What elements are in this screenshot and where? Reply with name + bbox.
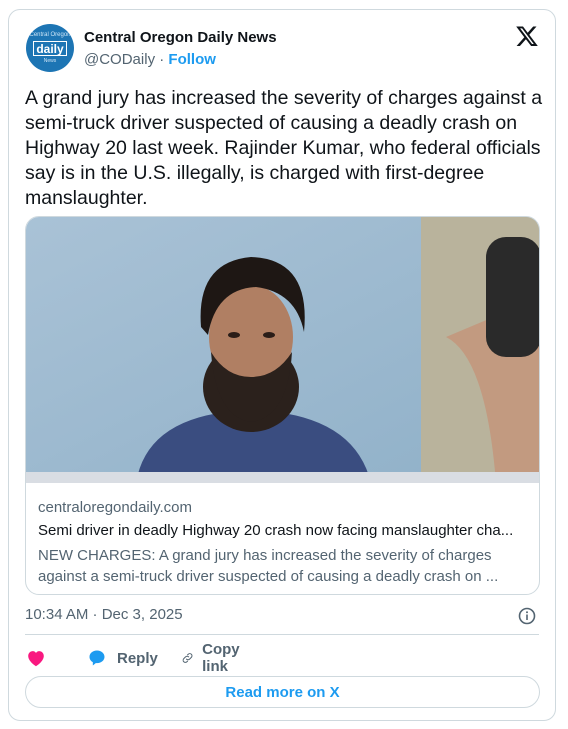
info-icon[interactable] (517, 606, 537, 626)
avatar-text-main: daily (33, 41, 67, 56)
like-button[interactable] (25, 646, 47, 670)
author-handle[interactable]: @CODaily (84, 51, 155, 68)
copy-link-label: Copy link (202, 641, 240, 675)
reply-icon (89, 650, 105, 666)
article-photo (26, 217, 539, 483)
x-logo-icon[interactable] (515, 24, 539, 48)
author-display-name[interactable]: Central Oregon Daily News (84, 28, 277, 48)
link-card[interactable]: centraloregondaily.com Semi driver in de… (25, 216, 540, 595)
divider (25, 634, 539, 635)
tweet-card: Central Oregon daily News Central Oregon… (8, 9, 556, 721)
handle-separator: · (159, 51, 165, 68)
reply-button[interactable]: Reply (87, 646, 158, 670)
avatar-text-top: Central Oregon (29, 32, 71, 38)
follow-button[interactable]: Follow (168, 51, 216, 68)
link-title: Semi driver in deadly Highway 20 crash n… (38, 522, 514, 539)
read-more-label: Read more on X (225, 683, 340, 701)
reply-label: Reply (117, 649, 158, 667)
author-handle-row: @CODaily · Follow (84, 50, 216, 70)
link-description: NEW CHARGES: A grand jury has increased … (38, 547, 499, 585)
link-domain: centraloregondaily.com (38, 499, 192, 516)
avatar-text-bottom: News (43, 58, 57, 64)
copy-link-button[interactable]: Copy link (181, 641, 247, 675)
heart-icon (28, 651, 44, 667)
tweet-timestamp[interactable]: 10:34 AM · Dec 3, 2025 (25, 606, 183, 623)
link-icon (182, 653, 193, 663)
tweet-text: A grand jury has increased the severity … (25, 87, 543, 209)
read-more-button[interactable]: Read more on X (25, 676, 540, 708)
avatar[interactable]: Central Oregon daily News (26, 24, 74, 72)
